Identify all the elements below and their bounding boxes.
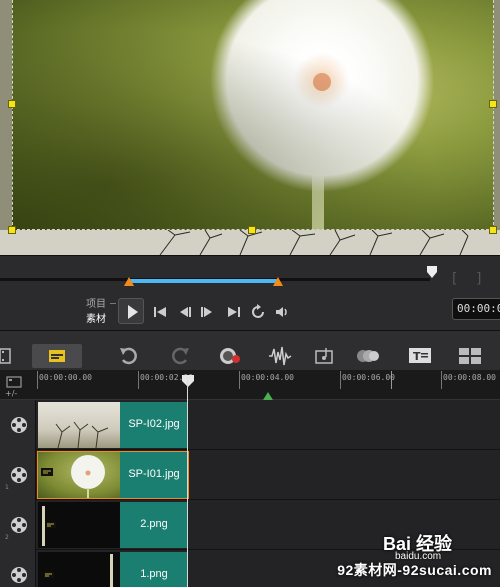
next-frame-icon[interactable]	[200, 304, 216, 320]
clip-thumbnail	[38, 552, 120, 587]
film-reel-icon	[11, 567, 27, 583]
layout-grid-icon[interactable]	[458, 345, 482, 367]
clip-mode-label[interactable]: 素材	[86, 310, 106, 325]
clip-1-png[interactable]: 1.png	[38, 552, 188, 587]
preview-window[interactable]	[0, 0, 500, 255]
cue-marker-icon[interactable]	[263, 392, 273, 400]
play-icon	[128, 305, 138, 319]
mark-in-bracket[interactable]: [	[452, 271, 457, 287]
crop-handle[interactable]	[489, 100, 497, 108]
svg-text:+/-: +/-	[5, 389, 17, 397]
ruler-tick-label: 00:00:06.00	[342, 373, 395, 382]
ruler-tick	[441, 371, 442, 389]
ruler-tick-label: 00:00:04.00	[241, 373, 294, 382]
volume-icon[interactable]	[274, 304, 290, 320]
timeline-playhead-handle[interactable]	[182, 375, 194, 387]
home-icon[interactable]	[152, 304, 168, 320]
play-button[interactable]	[118, 298, 144, 324]
trim-start-marker[interactable]	[124, 277, 134, 286]
crop-handle[interactable]	[489, 226, 497, 234]
repeat-icon[interactable]	[250, 304, 266, 320]
video-track-0[interactable]: SP-I02.jpg	[0, 400, 500, 450]
record-capture-icon[interactable]	[218, 345, 242, 367]
player-panel: [ ] 项目 素材 00:00:0	[0, 255, 500, 330]
clip-sp-i02[interactable]: SP-I02.jpg	[38, 402, 188, 448]
trim-range[interactable]	[124, 275, 283, 286]
clip-thumbnail	[38, 402, 120, 448]
clip-filename: 1.png	[140, 568, 168, 580]
ruler-tick	[239, 371, 240, 389]
ruler-tick-label: 00:00:00.00	[39, 373, 92, 382]
end-icon[interactable]	[226, 304, 242, 320]
clip-label-area: SP-I02.jpg	[120, 402, 188, 448]
clip-filename: SP-I01.jpg	[128, 468, 180, 480]
track-header[interactable]: 1	[0, 450, 36, 500]
ruler-tick	[340, 371, 341, 389]
clip-2-png[interactable]: 2.png	[38, 502, 188, 548]
storyboard-toggle-icon	[49, 350, 65, 362]
track-header[interactable]: 2	[0, 500, 36, 550]
timecode-display[interactable]: 00:00:0	[452, 298, 500, 320]
ruler-tick	[37, 371, 38, 389]
mark-out-bracket[interactable]: ]	[476, 271, 481, 287]
clip-label-area: 1.png	[120, 552, 188, 587]
clip-label-area: SP-I01.jpg	[120, 452, 188, 498]
trim-range-fill	[129, 279, 277, 283]
clip-label-area: 2.png	[120, 502, 188, 548]
subtitle-icon[interactable]: T	[408, 345, 432, 367]
redo-icon[interactable]	[168, 345, 192, 367]
project-mode-label[interactable]: 项目	[86, 295, 106, 310]
film-reel-icon	[11, 417, 27, 433]
track-manager-icon[interactable]: +/-	[5, 375, 27, 397]
crop-frame[interactable]	[12, 0, 494, 230]
track-number: 2	[5, 534, 9, 541]
mode-divider	[110, 303, 116, 304]
clip-thumbnail	[38, 452, 120, 498]
timeline-playhead-line[interactable]	[187, 380, 188, 587]
auto-music-icon[interactable]	[314, 345, 338, 367]
video-track-1[interactable]: 1 SP-I01.jpg	[0, 450, 500, 500]
crop-handle[interactable]	[8, 226, 16, 234]
trim-end-marker[interactable]	[273, 277, 283, 286]
motion-track-icon[interactable]	[356, 345, 380, 367]
clip-filename: SP-I02.jpg	[128, 418, 180, 430]
crop-handle[interactable]	[8, 100, 16, 108]
timeline-view-icon[interactable]	[0, 345, 24, 367]
film-reel-icon	[11, 467, 27, 483]
clip-sp-i01[interactable]: SP-I01.jpg	[37, 451, 189, 499]
track-number: 1	[5, 484, 9, 491]
svg-text:T: T	[413, 350, 421, 363]
track-header[interactable]	[0, 550, 36, 587]
ruler-tick-label: 00:00:08.00	[443, 373, 496, 382]
track-header[interactable]	[0, 400, 36, 450]
site-watermark: 92素材网-92sucai.com	[337, 562, 492, 578]
scrub-playhead[interactable]	[427, 266, 437, 278]
audio-mixer-icon[interactable]	[268, 345, 292, 367]
clip-filename: 2.png	[140, 518, 168, 530]
prev-frame-icon[interactable]	[176, 304, 192, 320]
film-reel-icon	[11, 517, 27, 533]
clip-thumbnail	[38, 502, 120, 548]
ruler-tick	[138, 371, 139, 389]
video-editor-window: [ ] 项目 素材 00:00:0 T +/- 00:00:00.00 00:0…	[0, 0, 500, 587]
storyboard-toggle-button[interactable]	[32, 344, 82, 368]
crop-handle[interactable]	[248, 226, 256, 234]
undo-icon[interactable]	[117, 345, 141, 367]
